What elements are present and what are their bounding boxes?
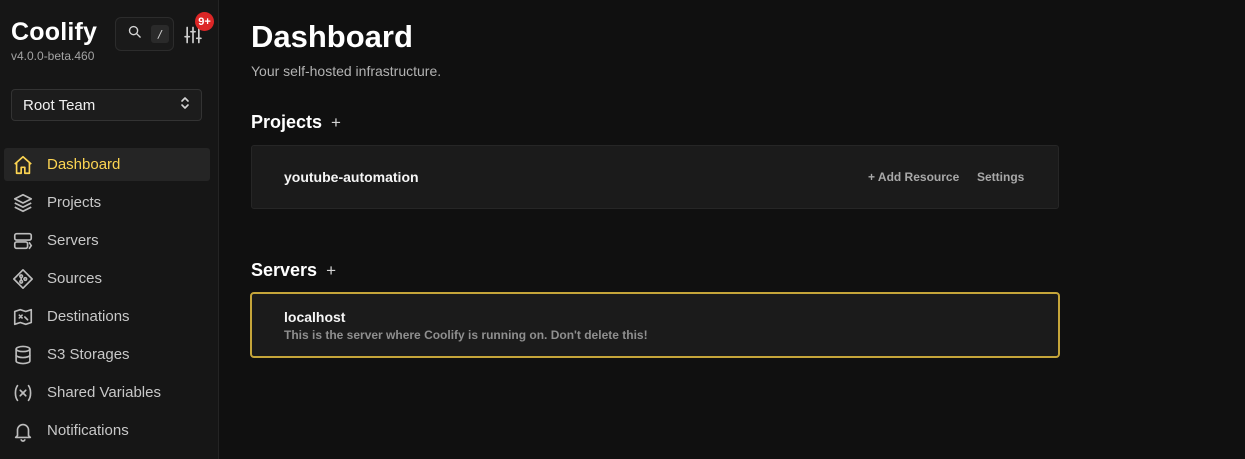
team-select[interactable]: Root Team [11, 89, 202, 121]
servers-title: Servers [251, 260, 318, 280]
sidebar-item-label: Projects [47, 194, 102, 211]
sidebar-item-shared-variables[interactable]: Shared Variables [4, 376, 210, 409]
sidebar-nav: Dashboard Projects Servers Sources Desti… [4, 148, 210, 452]
project-settings-link[interactable]: Settings [977, 170, 1024, 184]
page-title: Dashboard [251, 19, 413, 54]
server-icon [12, 230, 34, 252]
projects-title: Projects [251, 112, 323, 132]
sidebar-item-sources[interactable]: Sources [4, 262, 210, 295]
variable-icon [12, 382, 34, 404]
layers-icon [12, 192, 34, 214]
sidebar-item-projects[interactable]: Projects [4, 186, 210, 219]
page-subtitle: Your self-hosted infrastructure. [251, 63, 442, 79]
sidebar: Coolify v4.0.0-beta.460 / 9+ Root Team D… [0, 0, 219, 459]
project-card[interactable]: youtube-automation + Add Resource Settin… [251, 145, 1059, 209]
sidebar-item-s3-storages[interactable]: S3 Storages [4, 338, 210, 371]
server-description: This is the server where Coolify is runn… [284, 328, 648, 342]
search-icon [127, 24, 142, 44]
add-resource-link[interactable]: + Add Resource [868, 170, 959, 184]
chevron-up-down-icon [179, 96, 191, 114]
sidebar-item-notifications[interactable]: Notifications [4, 414, 210, 447]
git-branch-icon [12, 268, 34, 290]
projects-header: Projects + [251, 112, 341, 133]
sidebar-item-label: Notifications [47, 422, 129, 439]
notification-badge: 9+ [195, 12, 214, 31]
add-server-button[interactable]: + [326, 262, 336, 279]
servers-header: Servers + [251, 260, 336, 281]
bell-icon [12, 420, 34, 442]
search-button[interactable]: / [115, 17, 174, 51]
sidebar-item-label: Sources [47, 270, 103, 287]
database-icon [12, 344, 34, 366]
sidebar-item-label: Servers [47, 232, 99, 249]
project-name[interactable]: youtube-automation [284, 169, 419, 185]
sidebar-item-label: Shared Variables [47, 384, 161, 401]
brand: Coolify v4.0.0-beta.460 [11, 17, 97, 63]
app-title[interactable]: Coolify [11, 17, 97, 47]
sidebar-item-label: Destinations [47, 308, 130, 325]
sidebar-item-label: Dashboard [47, 156, 121, 173]
app-version: v4.0.0-beta.460 [11, 49, 95, 63]
sidebar-item-destinations[interactable]: Destinations [4, 300, 210, 333]
sidebar-item-label: S3 Storages [47, 346, 130, 363]
search-shortcut-key: / [151, 25, 169, 43]
sidebar-item-dashboard[interactable]: Dashboard [4, 148, 210, 181]
add-project-button[interactable]: + [331, 114, 341, 131]
home-icon [12, 154, 34, 176]
sidebar-item-servers[interactable]: Servers [4, 224, 210, 257]
team-select-value: Root Team [23, 96, 96, 114]
server-card[interactable]: localhost This is the server where Cooli… [250, 292, 1060, 358]
map-icon [12, 306, 34, 328]
server-name: localhost [284, 309, 346, 325]
